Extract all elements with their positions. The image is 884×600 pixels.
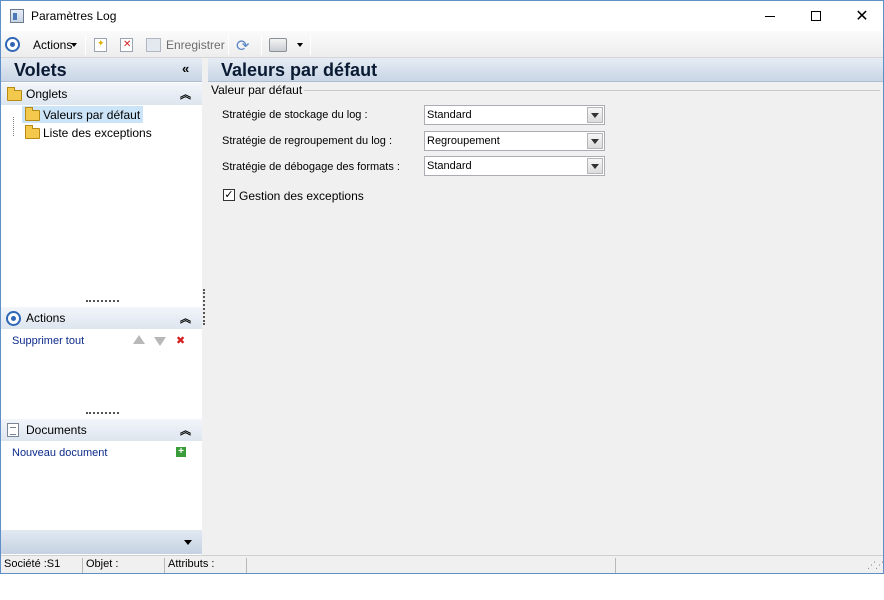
maximize-icon [811,11,821,21]
app-icon [10,9,24,23]
actions-section-header[interactable]: Actions ︽ [1,307,202,329]
vertical-splitter-grip[interactable] [203,289,205,325]
toolbar: Actions Enregistrer ⟳ [1,31,883,58]
actions-title: Actions [26,311,66,325]
tree-item-valeurs-par-defaut[interactable]: Valeurs par défaut [22,106,143,123]
page-title: Valeurs par défaut [221,60,378,80]
toolbar-separator [310,35,311,55]
add-document-icon[interactable]: + [176,447,186,457]
minimize-button[interactable] [747,1,793,31]
panel-options-bar[interactable] [1,530,202,554]
onglets-section-header[interactable]: Onglets ︽ [1,83,202,105]
collapse-section-icon[interactable]: ︽ [180,86,191,102]
toolbar-separator [85,35,86,55]
status-attributs: Attributs : [165,558,247,573]
move-up-icon[interactable] [133,335,145,344]
chevron-down-icon[interactable] [184,540,192,545]
onglets-title: Onglets [26,87,68,101]
storage-strategy-label: Stratégie de stockage du log : [222,109,368,121]
actions-circle-icon[interactable] [5,37,20,52]
new-record-icon[interactable] [94,38,107,52]
select-value: Standard [427,109,472,121]
tree-item-label: Valeurs par défaut [43,108,141,122]
content-header: Valeurs par défaut [208,58,883,82]
documents-section-header[interactable]: Documents ︽ [1,419,202,441]
delete-record-icon[interactable] [120,38,133,52]
chevron-down-icon[interactable] [587,107,603,123]
status-societe: Société :S1 [1,558,83,573]
chevron-down-icon[interactable] [587,133,603,149]
documents-title: Documents [26,423,87,437]
close-button[interactable]: ✕ [839,1,883,31]
chevron-down-icon[interactable] [587,158,603,174]
actions-icon [6,311,21,326]
status-bar: Société :S1 Objet : Attributs : ⋰⋰ [1,555,883,573]
actions-menu-button[interactable]: Actions [33,38,72,52]
grouping-strategy-select[interactable]: Regroupement [424,131,605,151]
delete-icon[interactable]: ✖ [176,334,185,347]
grouping-strategy-label: Stratégie de regroupement du log : [222,135,393,147]
print-dropdown-icon[interactable] [297,43,303,47]
splitter-grip[interactable] [86,412,119,414]
open-folder-icon [25,107,40,121]
new-document-link[interactable]: Nouveau document [12,447,107,459]
tree-line [13,117,14,136]
side-panel: Volets « Onglets ︽ Valeurs par défaut Li… [1,58,202,555]
minimize-icon [765,15,775,17]
tree-item-label: Liste des exceptions [43,126,152,140]
actions-dropdown-icon[interactable] [71,43,77,47]
window-title: Paramètres Log [31,9,117,23]
exceptions-checkbox-label[interactable]: Gestion des exceptions [239,189,364,203]
exceptions-checkbox[interactable]: ✓ [223,189,235,201]
debug-strategy-select[interactable]: Standard [424,156,605,176]
status-empty [247,558,616,573]
title-bar: Paramètres Log ✕ [1,1,883,31]
debug-strategy-label: Stratégie de débogage des formats : [222,161,400,173]
select-value: Regroupement [427,135,500,147]
save-icon[interactable] [146,38,161,52]
folder-icon [25,125,40,139]
select-value: Standard [427,160,472,172]
group-label: Valeur par défaut [211,83,305,97]
toolbar-separator [261,35,262,55]
move-down-icon[interactable] [154,337,166,346]
volets-header: Volets « [1,58,202,82]
tree-item-liste-des-exceptions[interactable]: Liste des exceptions [22,124,162,141]
collapse-section-icon[interactable]: ︽ [180,422,191,438]
status-objet: Objet : [83,558,165,573]
refresh-icon[interactable]: ⟳ [236,36,249,56]
delete-all-link[interactable]: Supprimer tout [12,335,84,347]
main-window: Paramètres Log ✕ Actions Enregistrer ⟳ V… [0,0,884,574]
toolbar-separator [228,35,229,55]
collapse-section-icon[interactable]: ︽ [180,310,191,326]
save-button[interactable]: Enregistrer [166,38,225,52]
close-icon: ✕ [855,8,869,25]
resize-grip-icon[interactable]: ⋰⋰ [867,560,883,571]
content-panel: Valeurs par défaut Valeur par défaut Str… [208,58,883,555]
print-icon[interactable] [269,38,287,52]
maximize-button[interactable] [793,1,839,31]
splitter-grip[interactable] [86,300,119,302]
storage-strategy-select[interactable]: Standard [424,105,605,125]
folder-icon [7,87,22,101]
group-divider [302,90,880,91]
document-icon [7,423,19,437]
volets-title: Volets [14,60,67,80]
collapse-panel-icon[interactable]: « [182,61,189,76]
